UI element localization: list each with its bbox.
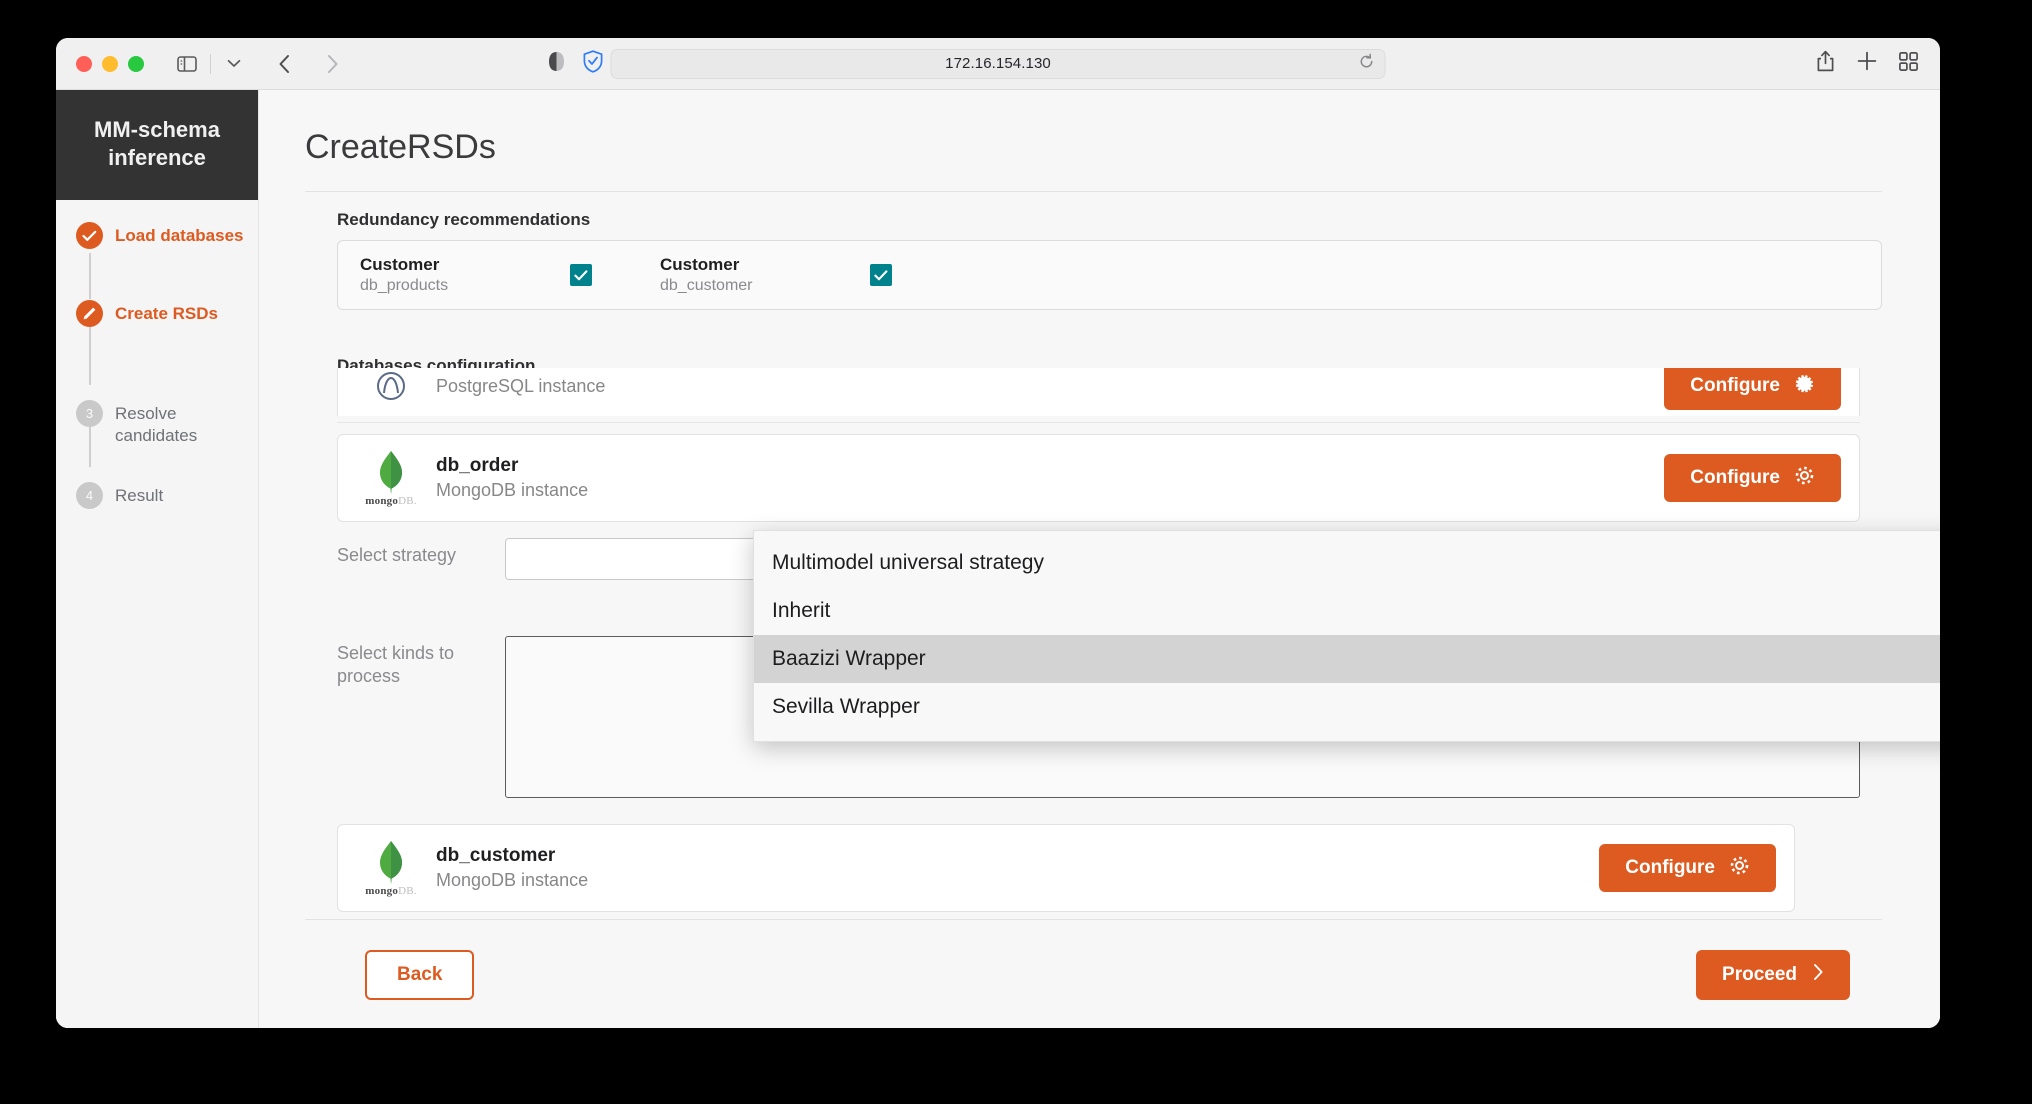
- step-check-icon: [76, 222, 103, 250]
- database-kind: MongoDB instance: [436, 480, 589, 501]
- sidebar-step-label: Load databases: [115, 226, 244, 246]
- configure-button[interactable]: Configure: [1599, 844, 1776, 892]
- share-icon[interactable]: [1816, 50, 1835, 77]
- sidebar-step-load-databases[interactable]: Load databases: [56, 222, 258, 280]
- redundancy-item-texts: Customer db_customer: [660, 254, 870, 297]
- mongodb-logo: mongoDB.: [360, 840, 422, 897]
- configure-button-label: Configure: [1690, 375, 1780, 396]
- mongodb-wordmark: mongoDB.: [365, 494, 417, 507]
- step-connector: [89, 317, 91, 386]
- maximize-window-button[interactable]: [128, 55, 144, 72]
- sidebar-step-label: Create RSDs: [115, 304, 218, 324]
- step-number-badge: 4: [76, 482, 103, 510]
- sidebar-step-create-rsds[interactable]: Create RSDs: [56, 300, 258, 358]
- tab-overview-icon[interactable]: [1899, 51, 1918, 76]
- select-strategy-label: Select strategy: [337, 545, 457, 565]
- postgresql-logo: [360, 369, 422, 403]
- configure-button-label: Configure: [1625, 857, 1715, 878]
- mongodb-logo: mongoDB.: [360, 450, 422, 507]
- database-row-db-customer[interactable]: mongoDB. db_customer MongoDB instance Co…: [337, 824, 1795, 912]
- database-kind: PostgreSQL instance: [436, 375, 606, 396]
- page-title: CreateRSDs: [305, 128, 496, 166]
- footer-actions: Back Proceed: [305, 950, 1882, 1000]
- page-body: MM-schema inference Load databases Creat…: [56, 90, 1940, 1028]
- sidebar-toggle-icon[interactable]: [170, 49, 204, 79]
- address-bar[interactable]: 172.16.154.130: [610, 48, 1386, 79]
- redundancy-item-title: Customer: [660, 254, 740, 274]
- configure-button[interactable]: Configure: [1664, 454, 1841, 502]
- browser-titlebar: 172.16.154.130: [56, 38, 1940, 90]
- url-text: 172.16.154.130: [945, 55, 1051, 72]
- proceed-button-label: Proceed: [1722, 964, 1797, 985]
- database-row-texts: db_customer MongoDB instance: [436, 844, 1599, 893]
- main-content: CreateRSDs Redundancy recommendations Cu…: [259, 90, 1940, 1028]
- row-divider: [337, 422, 1860, 423]
- step-connector: [89, 253, 91, 300]
- title-divider: [305, 191, 1882, 192]
- database-row-texts: db_order MongoDB instance: [436, 454, 1664, 503]
- redundancy-item-database: db_customer: [660, 276, 753, 294]
- dropdown-option-inherit[interactable]: Inherit: [754, 587, 1940, 635]
- back-arrow-icon[interactable]: [267, 49, 301, 79]
- brand-line-1: MM-schema: [94, 117, 220, 142]
- redundancy-item-title: Customer: [360, 254, 440, 274]
- footer-divider: [305, 919, 1882, 920]
- browser-window: 172.16.154.130 MM-schema inference Load …: [56, 38, 1940, 1028]
- redundancy-item-database: db_products: [360, 276, 449, 294]
- sidebar-step-label: Result: [115, 486, 164, 506]
- redundancy-item[interactable]: Customer db_customer: [660, 254, 960, 297]
- sidebar-step-resolve-candidates[interactable]: 3 Resolve candidates: [56, 400, 258, 458]
- reader-mode-icon[interactable]: [548, 51, 565, 77]
- chevron-right-icon: [1813, 963, 1824, 987]
- database-name: db_customer: [436, 844, 556, 866]
- mongodb-wordmark: mongoDB.: [365, 884, 417, 897]
- redundancy-section-label: Redundancy recommendations: [337, 210, 591, 229]
- window-controls: [76, 55, 144, 72]
- strategy-dropdown-menu[interactable]: Multimodel universal strategy Inherit Ba…: [753, 530, 1940, 742]
- redundancy-item[interactable]: Customer db_products: [360, 254, 660, 297]
- close-window-button[interactable]: [76, 55, 92, 72]
- redundancy-checkbox[interactable]: [870, 264, 892, 286]
- gear-icon: [1729, 855, 1750, 882]
- proceed-button[interactable]: Proceed: [1696, 950, 1850, 1000]
- browser-nav-icons: [170, 49, 349, 79]
- configure-button-label: Configure: [1690, 467, 1780, 488]
- brand-line-2: inference: [108, 145, 206, 171]
- step-number-badge: 3: [76, 400, 103, 428]
- shield-check-icon[interactable]: [583, 49, 603, 78]
- step-pencil-icon: [76, 300, 103, 328]
- database-row-texts: PostgreSQL instance: [436, 374, 1664, 398]
- stepper: Load databases Create RSDs 3 Resolve can…: [56, 200, 258, 540]
- url-left-icons: [548, 49, 603, 78]
- plus-icon[interactable]: [1857, 51, 1877, 76]
- forward-arrow-icon[interactable]: [315, 49, 349, 79]
- redundancy-recommendations-box: Customer db_products Customer db_custome…: [337, 240, 1882, 310]
- dropdown-option-multimodel-universal-strategy[interactable]: Multimodel universal strategy: [754, 539, 1940, 587]
- sidebar-step-result[interactable]: 4 Result: [56, 482, 258, 540]
- select-kinds-label: Select kinds to process: [337, 643, 455, 687]
- address-bar-container: 172.16.154.130: [610, 48, 1386, 79]
- minimize-window-button[interactable]: [102, 55, 118, 72]
- reload-icon[interactable]: [1359, 53, 1375, 74]
- browser-right-icons: [1816, 50, 1918, 77]
- database-name: db_order: [436, 454, 519, 476]
- gear-icon: [1794, 373, 1815, 400]
- dropdown-option-sevilla-wrapper[interactable]: Sevilla Wrapper: [754, 683, 1940, 731]
- database-row-postgresql[interactable]: PostgreSQL instance Configure: [337, 368, 1860, 416]
- redundancy-item-texts: Customer db_products: [360, 254, 570, 297]
- database-row-db-order[interactable]: mongoDB. db_order MongoDB instance Confi…: [337, 434, 1860, 522]
- back-button[interactable]: Back: [365, 950, 475, 1000]
- chevron-down-icon[interactable]: [217, 49, 251, 79]
- dropdown-option-baazizi-wrapper[interactable]: Baazizi Wrapper: [754, 635, 1940, 683]
- redundancy-checkbox[interactable]: [570, 264, 592, 286]
- gear-icon: [1794, 465, 1815, 492]
- sidebar: MM-schema inference Load databases Creat…: [56, 90, 259, 1028]
- toolbar-divider: [210, 53, 211, 74]
- sidebar-step-label: Resolve candidates: [115, 404, 198, 445]
- configure-button[interactable]: Configure: [1664, 368, 1841, 410]
- database-kind: MongoDB instance: [436, 870, 589, 891]
- app-brand: MM-schema inference: [56, 90, 258, 201]
